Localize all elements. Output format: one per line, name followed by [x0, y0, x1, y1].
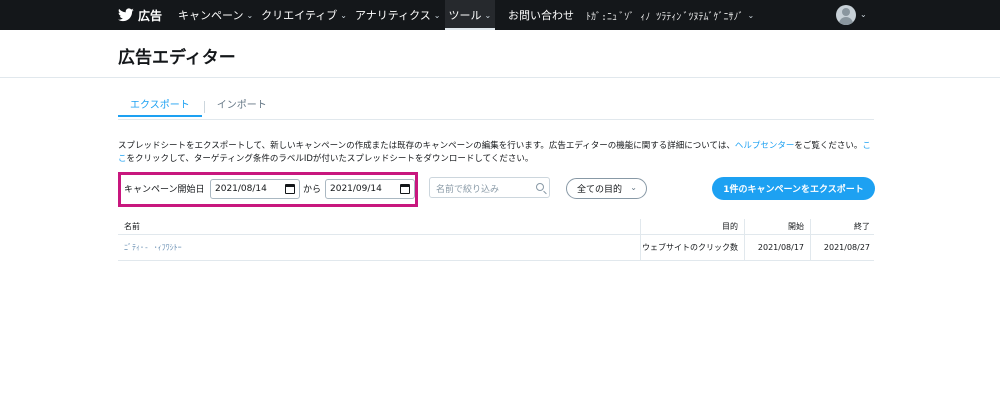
- nav-tools[interactable]: ツール ⌄: [444, 0, 496, 30]
- campaign-name-cell: ﾆﾞﾃｨ･- ･ｨﾌﾜｼﾄｰ: [124, 235, 638, 260]
- calendar-icon[interactable]: [400, 184, 410, 194]
- top-navigation-bar: 広告 キャンペーン ⌄ クリエイティブ ⌄ アナリティクス ⌄ ツール ⌄ お問…: [0, 0, 1000, 30]
- nav-analytics-label: アナリティクス: [355, 9, 431, 22]
- table-row[interactable]: ﾆﾞﾃｨ･- ･ｨﾌﾜｼﾄｰ ウェブサイトのクリック数 2021/08/17 2…: [118, 235, 874, 261]
- bird-icon: [118, 8, 134, 22]
- account-name: ﾄｶﾞ:ﾆｭ ﾞｿﾞ ｨﾉ ﾂﾗﾃｨﾝ ﾞﾂﾇﾃﾑﾞｹﾞﾆｻﾉﾞ: [586, 11, 744, 23]
- end-date-cell: 2021/08/27: [810, 235, 874, 260]
- tab-import[interactable]: インポート: [207, 97, 277, 117]
- nav-campaigns-label: キャンペーン: [178, 9, 244, 22]
- column-header-start[interactable]: 開始: [744, 219, 808, 234]
- page-title: 広告エディター: [118, 48, 236, 68]
- chevron-down-icon: ⌄: [747, 10, 755, 20]
- chevron-down-icon[interactable]: ⌄: [860, 10, 867, 19]
- brand-logo[interactable]: 広告: [118, 7, 162, 24]
- avatar[interactable]: [836, 5, 856, 25]
- start-date-input[interactable]: 2021/08/14: [210, 179, 300, 199]
- column-header-name[interactable]: 名前: [124, 219, 638, 234]
- chevron-down-icon: ⌄: [433, 10, 441, 20]
- description-text-2: をご覧ください。: [794, 141, 863, 151]
- chevron-down-icon: ⌄: [340, 10, 347, 20]
- page-header: 広告エディター: [0, 30, 1000, 78]
- tab-divider-line: [118, 119, 874, 120]
- help-center-link[interactable]: ヘルプセンター: [735, 141, 795, 151]
- search-icon: [536, 183, 544, 191]
- nav-creatives[interactable]: クリエイティブ ⌄: [257, 0, 351, 30]
- start-date-cell: 2021/08/17: [744, 235, 808, 260]
- end-date-input[interactable]: 2021/09/14: [325, 179, 415, 199]
- brand-label: 広告: [138, 8, 163, 23]
- nav-analytics[interactable]: アナリティクス ⌄: [351, 0, 445, 30]
- table-header: 名前 目的 開始 終了: [118, 219, 874, 235]
- objective-cell: ウェブサイトのクリック数: [640, 235, 742, 260]
- objective-dropdown-value: 全ての目的: [577, 185, 623, 195]
- campaign-table: 名前 目的 開始 終了 ﾆﾞﾃｨ･- ･ｨﾌﾜｼﾄｰ ウェブサイトのクリック数 …: [118, 219, 874, 261]
- export-campaigns-button[interactable]: 1件のキャンペーンをエクスポート: [712, 177, 875, 200]
- objective-dropdown[interactable]: 全ての目的 ⌄: [566, 178, 647, 199]
- name-filter-placeholder: 名前で絞り込み: [436, 185, 500, 195]
- tab-export[interactable]: エクスポート: [118, 97, 202, 117]
- column-header-end[interactable]: 終了: [810, 219, 874, 234]
- name-filter-input[interactable]: 名前で絞り込み: [429, 177, 550, 198]
- campaign-name[interactable]: ﾆﾞﾃｨ･- ･ｨﾌﾜｼﾄｰ: [124, 242, 182, 253]
- account-switcher[interactable]: ﾄｶﾞ:ﾆｭ ﾞｿﾞ ｨﾉ ﾂﾗﾃｨﾝ ﾞﾂﾇﾃﾑﾞｹﾞﾆｻﾉﾞ ⌄: [586, 8, 754, 23]
- column-header-objective[interactable]: 目的: [640, 219, 742, 234]
- end-date-value: 2021/09/14: [330, 184, 382, 194]
- description-text-1: スプレッドシートをエクスポートして、新しいキャンペーンの作成または既存のキャンペ…: [118, 141, 735, 151]
- date-range-connector: から: [303, 185, 322, 195]
- nav-right: お問い合わせ ﾄｶﾞ:ﾆｭ ﾞｿﾞ ｨﾉ ﾂﾗﾃｨﾝ ﾞﾂﾇﾃﾑﾞｹﾞﾆｻﾉﾞ …: [508, 0, 754, 30]
- chevron-down-icon: ⌄: [630, 183, 637, 192]
- contact-link[interactable]: お問い合わせ: [508, 7, 574, 23]
- date-range-label: キャンペーン開始日: [124, 185, 205, 195]
- tab-bar: エクスポート インポート: [118, 97, 277, 117]
- nav-creatives-label: クリエイティブ: [261, 9, 338, 22]
- tab-divider: [203, 101, 205, 113]
- description-text-3: をクリックして、ターゲティング条件のラベルIDが付いたスプレッドシートをダウンロ…: [126, 154, 534, 164]
- nav-campaigns[interactable]: キャンペーン ⌄: [174, 0, 257, 30]
- chevron-down-icon: ⌄: [484, 10, 492, 20]
- nav-tools-label: ツール: [448, 9, 482, 22]
- chevron-down-icon: ⌄: [246, 10, 254, 20]
- export-description: スプレッドシートをエクスポートして、新しいキャンペーンの作成または既存のキャンペ…: [118, 140, 878, 166]
- nav-left: 広告 キャンペーン ⌄ クリエイティブ ⌄ アナリティクス ⌄ ツール ⌄: [118, 0, 496, 30]
- calendar-icon[interactable]: [285, 184, 295, 194]
- start-date-value: 2021/08/14: [215, 184, 267, 194]
